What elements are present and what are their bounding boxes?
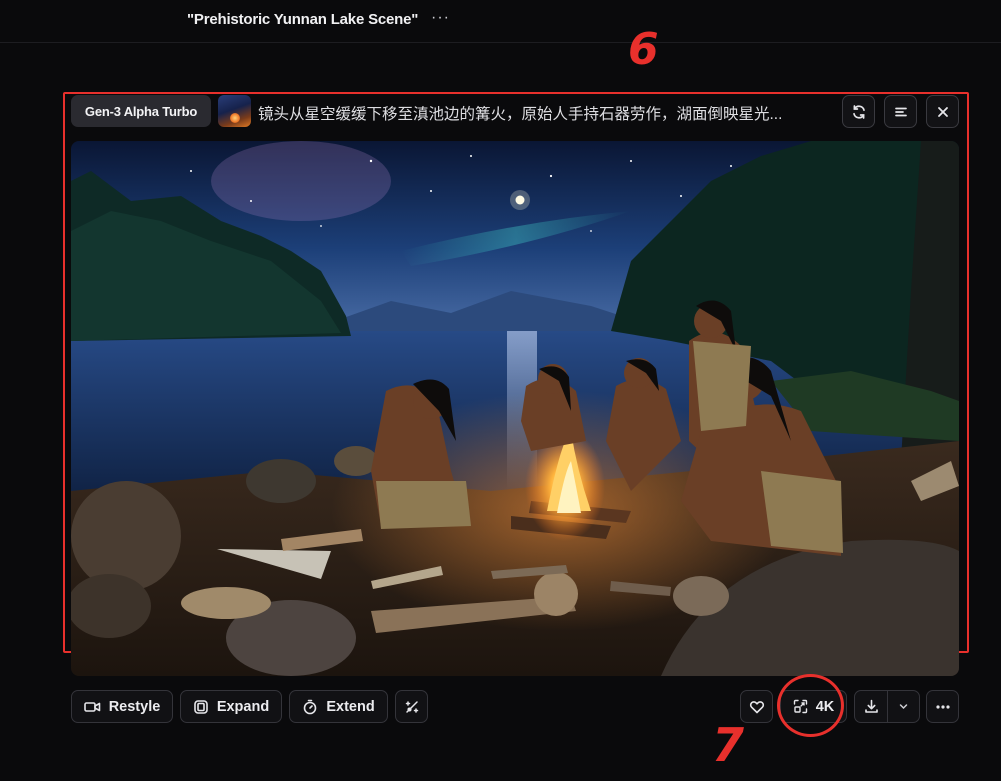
generation-header: Gen-3 Alpha Turbo 镜头从星空缓缓下移至滇池边的篝火，原始人手持… [71,95,959,128]
annotation-circle [777,674,844,737]
heart-icon [749,700,764,713]
prompt-details-button[interactable] [884,95,917,128]
chevron-down-icon [899,704,908,710]
more-dots-icon [935,704,950,709]
magic-wand-icon [405,700,418,713]
expand-button[interactable]: Expand [180,690,282,723]
download-button[interactable] [855,691,888,722]
prompt-text: 镜头从星空缓缓下移至滇池边的篝火，原始人手持石器劳作，湖面倒映星光... [258,106,783,123]
model-badge: Gen-3 Alpha Turbo [71,95,211,127]
effects-button[interactable] [395,690,428,723]
favorite-button[interactable] [740,690,773,723]
regenerate-button[interactable] [842,95,875,128]
video-preview[interactable] [71,141,959,676]
annotation-number-6: 6 [628,24,659,75]
more-options-button[interactable] [926,690,959,723]
refresh-icon [852,104,865,119]
close-button[interactable] [926,95,959,128]
close-icon [937,106,948,117]
extend-button[interactable]: Extend [289,690,388,723]
timer-icon [304,699,317,714]
menu-lines-icon [894,107,907,116]
expand-frame-icon [194,699,208,714]
download-split-button [854,690,920,723]
annotation-number-7: 7 [712,718,745,772]
video-camera-icon [83,701,101,712]
download-icon [864,699,878,713]
extend-label: Extend [326,698,375,715]
restyle-button[interactable]: Restyle [71,690,173,723]
download-options-button[interactable] [888,691,919,722]
prompt-thumbnail [218,95,251,127]
title-more-icon[interactable]: ··· [431,9,450,27]
expand-label: Expand [216,698,270,715]
page-title: "Prehistoric Yunnan Lake Scene" [187,11,419,28]
campfire-scene-image [71,141,959,676]
restyle-label: Restyle [108,698,161,715]
top-bar: "Prehistoric Yunnan Lake Scene" ··· [0,0,1001,43]
